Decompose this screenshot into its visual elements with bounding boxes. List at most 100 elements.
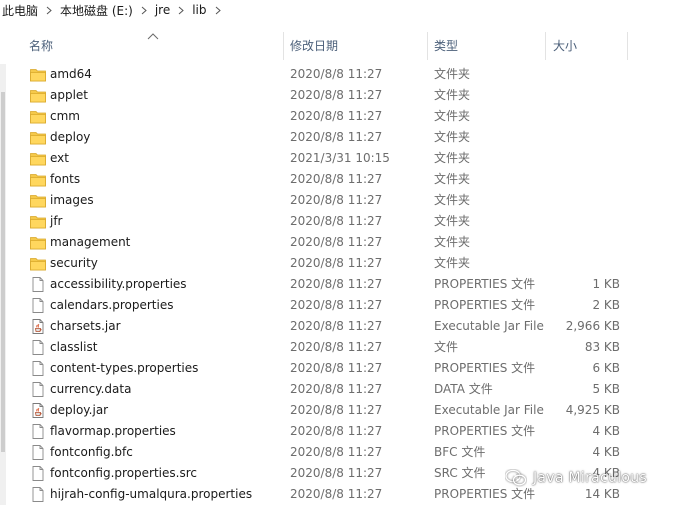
column-divider[interactable] <box>545 32 546 60</box>
file-row[interactable]: fontconfig.bfc 2020/8/8 11:27 BFC 文件 4 KB <box>0 442 686 463</box>
file-row[interactable]: ext 2021/3/31 10:15 文件夹 <box>0 148 686 169</box>
document-icon <box>30 277 46 292</box>
chevron-right-icon[interactable] <box>40 3 58 17</box>
folder-icon <box>30 109 46 124</box>
file-type: Executable Jar File <box>434 319 544 333</box>
file-name: accessibility.properties <box>50 277 187 291</box>
file-size <box>550 214 620 229</box>
file-name: charsets.jar <box>50 319 121 333</box>
chevron-right-icon[interactable] <box>135 3 153 17</box>
file-type: PROPERTIES 文件 <box>434 298 536 312</box>
column-divider[interactable] <box>283 32 284 60</box>
file-row[interactable]: calendars.properties 2020/8/8 11:27 PROPER… <box>0 295 686 316</box>
file-row[interactable]: cmm 2020/8/8 11:27 文件夹 <box>0 106 686 127</box>
column-divider[interactable] <box>627 32 628 60</box>
file-modified-date: 2020/8/8 11:27 <box>290 445 383 459</box>
file-row[interactable]: management 2020/8/8 11:27 文件夹 <box>0 232 686 253</box>
file-type: DATA 文件 <box>434 382 493 396</box>
file-row[interactable]: images 2020/8/8 11:27 文件夹 <box>0 190 686 211</box>
file-row[interactable]: jfr 2020/8/8 11:27 文件夹 <box>0 211 686 232</box>
file-row[interactable]: deploy.jar 2020/8/8 11:27 Executable Jar F… <box>0 400 686 421</box>
file-type: 文件夹 <box>434 235 471 249</box>
column-type-header[interactable]: 类型 <box>434 38 458 54</box>
file-size: 83 KB <box>584 340 620 354</box>
file-list: amd64 2020/8/8 11:27 文件夹 applet 2020/8/8 11:… <box>0 64 686 505</box>
breadcrumb: 此电脑 本地磁盘 (E:) jre lib <box>0 0 686 20</box>
file-name: jfr <box>50 214 63 228</box>
file-row[interactable]: deploy 2020/8/8 11:27 文件夹 <box>0 127 686 148</box>
folder-icon <box>30 256 46 271</box>
file-type: 文件夹 <box>434 256 471 270</box>
column-modified-header[interactable]: 修改日期 <box>290 38 338 54</box>
file-modified-date: 2020/8/8 11:27 <box>290 424 383 438</box>
file-size <box>550 235 620 250</box>
file-type: SRC 文件 <box>434 466 486 480</box>
file-row[interactable]: classlist 2020/8/8 11:27 文件 83 KB <box>0 337 686 358</box>
file-name: images <box>50 193 94 207</box>
file-type: 文件夹 <box>434 109 471 123</box>
column-name-header[interactable]: 名称 <box>29 38 53 54</box>
file-row[interactable]: applet 2020/8/8 11:27 文件夹 <box>0 85 686 106</box>
folder-icon <box>30 193 46 208</box>
file-row[interactable]: content-types.properties 2020/8/8 11:27 PR… <box>0 358 686 379</box>
column-divider[interactable] <box>427 32 428 60</box>
file-type: 文件夹 <box>434 130 471 144</box>
file-name: applet <box>50 88 89 102</box>
file-row[interactable]: currency.data 2020/8/8 11:27 DATA 文件 5 KB <box>0 379 686 400</box>
file-size <box>550 193 620 208</box>
file-size: 4 KB <box>592 424 620 438</box>
file-name: management <box>50 235 131 249</box>
file-name: hijrah-config-umalqura.properties <box>50 487 253 501</box>
file-type: 文件夹 <box>434 193 471 207</box>
file-name: fontconfig.properties.src <box>50 466 197 480</box>
file-modified-date: 2020/8/8 11:27 <box>290 235 383 249</box>
file-type: 文件夹 <box>434 172 471 186</box>
file-size <box>550 109 620 124</box>
file-name: content-types.properties <box>50 361 199 375</box>
file-name: calendars.properties <box>50 298 174 312</box>
chevron-right-icon[interactable] <box>209 3 227 17</box>
document-icon <box>30 382 46 397</box>
file-row[interactable]: flavormap.properties 2020/8/8 11:27 PROPER… <box>0 421 686 442</box>
file-type: PROPERTIES 文件 <box>434 361 536 375</box>
file-row[interactable]: amd64 2020/8/8 11:27 文件夹 <box>0 64 686 85</box>
file-name: flavormap.properties <box>50 424 176 438</box>
file-size: 14 KB <box>584 487 620 501</box>
breadcrumb-local-disk[interactable]: 本地磁盘 (E:) <box>58 2 135 19</box>
file-size: 2 KB <box>592 298 620 312</box>
file-modified-date: 2020/8/8 11:27 <box>290 382 383 396</box>
folder-icon <box>30 130 46 145</box>
file-modified-date: 2020/8/8 11:27 <box>290 256 383 270</box>
column-size-header[interactable]: 大小 <box>553 38 577 54</box>
file-size <box>550 256 620 271</box>
file-name: fontconfig.bfc <box>50 445 133 459</box>
file-size <box>550 172 620 187</box>
file-name: ext <box>50 151 69 165</box>
folder-icon <box>30 235 46 250</box>
file-size: 5 KB <box>592 382 620 396</box>
document-icon <box>30 340 46 355</box>
file-modified-date: 2020/8/8 11:27 <box>290 319 383 333</box>
file-row[interactable]: accessibility.properties 2020/8/8 11:27 PR… <box>0 274 686 295</box>
file-type: 文件夹 <box>434 88 471 102</box>
file-type: PROPERTIES 文件 <box>434 424 536 438</box>
file-size <box>550 88 620 103</box>
breadcrumb-jre[interactable]: jre <box>153 3 172 17</box>
wechat-icon <box>505 469 527 486</box>
chevron-right-icon[interactable] <box>172 3 190 17</box>
file-row[interactable]: fonts 2020/8/8 11:27 文件夹 <box>0 169 686 190</box>
document-icon <box>30 445 46 460</box>
file-size: 6 KB <box>592 361 620 375</box>
file-row[interactable]: security 2020/8/8 11:27 文件夹 <box>0 253 686 274</box>
file-row[interactable]: charsets.jar 2020/8/8 11:27 Executable Jar… <box>0 316 686 337</box>
folder-icon <box>30 67 46 82</box>
document-icon <box>30 487 46 502</box>
folder-icon <box>30 214 46 229</box>
file-size <box>550 67 620 82</box>
file-type: PROPERTIES 文件 <box>434 277 536 291</box>
file-explorer-window: 此电脑 本地磁盘 (E:) jre lib 名称 修改日期 类型 大小 amd6… <box>0 0 686 505</box>
breadcrumb-lib[interactable]: lib <box>190 3 208 17</box>
breadcrumb-this-pc[interactable]: 此电脑 <box>0 2 40 19</box>
file-name: security <box>50 256 98 270</box>
file-modified-date: 2020/8/8 11:27 <box>290 361 383 375</box>
